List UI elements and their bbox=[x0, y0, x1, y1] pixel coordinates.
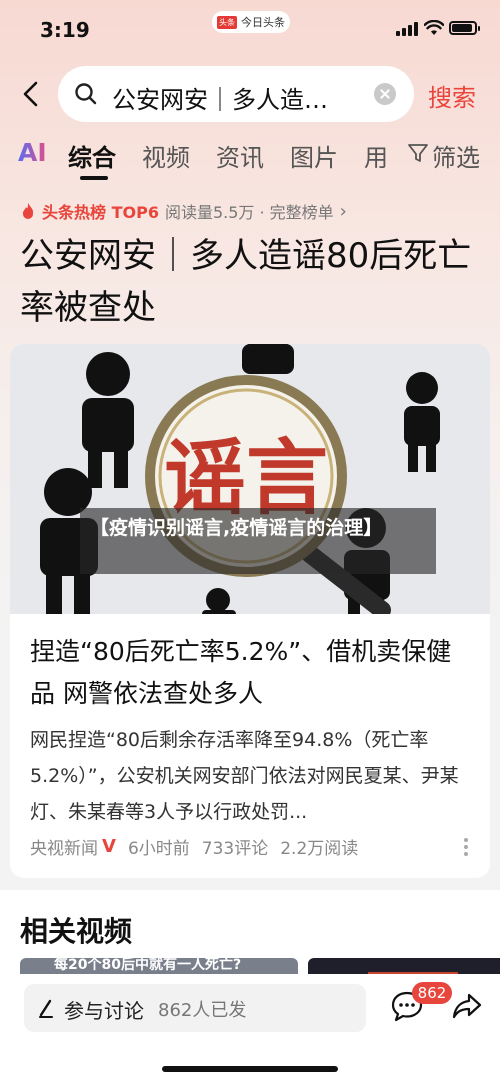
home-indicator bbox=[162, 1066, 338, 1072]
more-options-icon[interactable] bbox=[464, 838, 470, 858]
tab-filter[interactable]: 筛选 bbox=[432, 138, 480, 173]
cellular-signal-icon bbox=[396, 22, 418, 36]
related-videos-title: 相关视频 bbox=[20, 915, 133, 948]
image-caption-overlay: 【疫情识别谣言,疫情谣言的治理】 bbox=[80, 508, 436, 574]
tab-comprehensive[interactable]: 综合 bbox=[68, 138, 116, 173]
hot-topic-headline[interactable]: 公安网安｜多人造谣80后死亡率被查处 bbox=[20, 230, 480, 334]
article-summary: 网民捏造“80后剩余存活率降至94.8%（死亡率5.2%）”，公安机关网安部门依… bbox=[30, 729, 459, 823]
article-reads: 2.2万阅读 bbox=[280, 839, 359, 859]
status-bar: 3:19 头条 今日头条 bbox=[0, 0, 500, 58]
chevron-right-icon: › bbox=[339, 200, 347, 222]
tab-images[interactable]: 图片 bbox=[290, 138, 338, 173]
hot-list-row[interactable]: 头条热榜 TOP6 阅读量5.5万 · 完整榜单 › bbox=[20, 199, 347, 223]
tab-news[interactable]: 资讯 bbox=[216, 138, 264, 173]
app-indicator-pill: 头条 今日头条 bbox=[212, 11, 290, 33]
app-indicator-label: 今日头条 bbox=[241, 16, 285, 29]
related-video-thumbnail-text: 每20个80后中就有一人死亡? bbox=[54, 958, 242, 973]
search-input[interactable]: 公安网安｜多人造… bbox=[58, 66, 414, 122]
verified-badge-icon: V bbox=[102, 836, 116, 857]
pen-icon bbox=[39, 999, 53, 1018]
comment-count-badge: 862 bbox=[412, 982, 452, 1004]
search-icon bbox=[75, 83, 97, 105]
wifi-icon bbox=[424, 20, 444, 35]
discussion-count: 862人已发 bbox=[158, 1000, 247, 1021]
share-icon[interactable] bbox=[452, 992, 482, 1020]
article-comments: 733评论 bbox=[201, 839, 269, 859]
tab-users[interactable]: 用 bbox=[364, 138, 388, 173]
article-source[interactable]: 央视新闻 bbox=[30, 834, 98, 859]
battery-icon bbox=[449, 21, 480, 35]
article-time: 6小时前 bbox=[127, 839, 190, 859]
bottom-action-bar: 参与讨论 862人已发 862 bbox=[0, 974, 500, 1082]
article-title[interactable]: 捏造“80后死亡率5.2%”、借机卖保健品 网警依法查处多人 bbox=[30, 631, 476, 715]
status-time: 3:19 bbox=[40, 18, 90, 42]
tab-video[interactable]: 视频 bbox=[142, 138, 190, 173]
back-arrow-icon[interactable] bbox=[20, 80, 44, 108]
article-card[interactable]: 谣言 【疫情识别谣言,疫情谣言的治理】 捏造“80后死亡率5.2%”、借机卖保健… bbox=[10, 344, 490, 878]
discussion-label: 参与讨论 bbox=[64, 999, 144, 1023]
search-tabs: AI 综合 视频 资讯 图片 用 筛选 bbox=[0, 138, 500, 182]
fire-icon bbox=[22, 203, 34, 219]
clear-icon[interactable] bbox=[374, 83, 396, 105]
active-tab-indicator bbox=[80, 176, 108, 180]
tab-ai[interactable]: AI bbox=[18, 138, 47, 167]
hot-list-label: 头条热榜 TOP6 bbox=[42, 203, 159, 222]
app-logo-icon: 头条 bbox=[217, 15, 237, 29]
article-image: 谣言 【疫情识别谣言,疫情谣言的治理】 bbox=[10, 344, 490, 614]
search-query-text: 公安网安｜多人造… bbox=[112, 86, 328, 114]
discussion-input[interactable]: 参与讨论 862人已发 bbox=[24, 984, 366, 1032]
hot-list-meta: 阅读量5.5万 · 完整榜单 bbox=[164, 203, 334, 222]
article-meta: 央视新闻 V 6小时前 733评论 2.2万阅读 bbox=[30, 834, 358, 859]
search-button[interactable]: 搜索 bbox=[428, 78, 476, 113]
filter-icon[interactable] bbox=[407, 142, 429, 164]
